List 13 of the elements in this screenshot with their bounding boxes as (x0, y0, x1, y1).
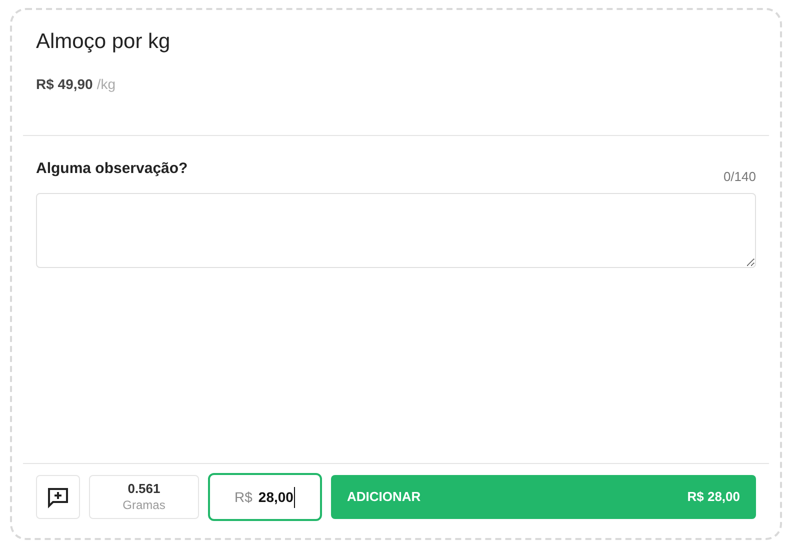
character-counter: 0/140 (723, 168, 756, 186)
price-unit: /kg (96, 75, 116, 94)
weight-value: 0.561 (128, 481, 160, 497)
add-note-button[interactable] (36, 475, 80, 519)
note-field[interactable] (36, 192, 756, 268)
price-value: 28,00 (258, 486, 296, 508)
note-label: Alguma observação? (36, 159, 188, 179)
comment-add-icon (46, 485, 70, 509)
product-title: Almoço por kg (36, 29, 172, 55)
weight-unit: Gramas (122, 497, 166, 513)
product-price: R$ 49,90 (36, 75, 93, 94)
currency-prefix: R$ (234, 488, 252, 506)
price-field[interactable]: R$ 28,00 (208, 473, 322, 521)
